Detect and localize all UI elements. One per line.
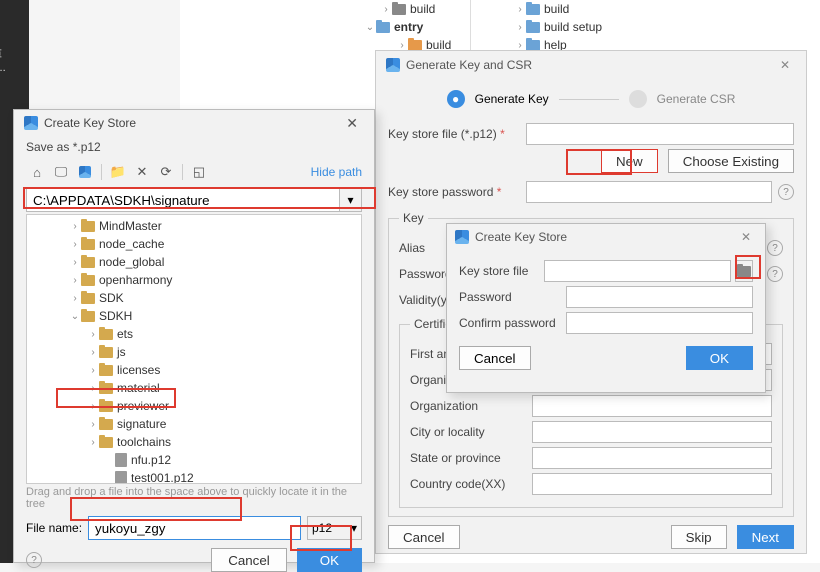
label-country: Country code(XX) <box>410 477 532 491</box>
mini-cancel-button[interactable]: Cancel <box>459 346 531 370</box>
help-icon[interactable]: ? <box>767 240 783 256</box>
csr-tabs: ● Generate Key Generate CSR <box>376 79 806 119</box>
big-ok-button[interactable]: OK <box>297 548 362 572</box>
tab-generate-csr[interactable]: Generate CSR <box>657 92 736 106</box>
show-hidden-icon[interactable]: ◱ <box>188 162 210 182</box>
folder-item[interactable]: ›ets <box>27 325 361 343</box>
folder-tree[interactable]: ›MindMaster›node_cache›node_global›openh… <box>26 214 362 484</box>
keystore-password-field[interactable] <box>526 181 772 203</box>
close-icon[interactable]: ✕ <box>735 228 757 246</box>
path-field[interactable] <box>26 188 340 212</box>
label-city: City or locality <box>410 425 532 439</box>
chevron-down-icon: ▾ <box>351 521 357 535</box>
folder-item[interactable]: ›js <box>27 343 361 361</box>
label-keystore-file: Key store file (*.p12) * <box>388 127 526 141</box>
help-icon[interactable]: ? <box>767 266 783 282</box>
folder-item[interactable]: ›signature <box>27 415 361 433</box>
country-field[interactable] <box>532 473 772 495</box>
app-icon <box>455 230 469 244</box>
create-keystore-file-dialog: Create Key Store ✕ Save as *.p12 ⌂ 🖵 📁 ✕… <box>13 109 375 563</box>
file-item[interactable]: test001.p12 <box>27 469 361 484</box>
delete-icon[interactable]: ✕ <box>131 162 153 182</box>
drag-hint: Drag and drop a file into the space abov… <box>26 486 362 510</box>
app-icon <box>386 58 400 72</box>
tab-generate-key[interactable]: Generate Key <box>475 92 549 106</box>
project-icon[interactable] <box>74 162 96 182</box>
close-icon[interactable]: ✕ <box>340 113 364 134</box>
state-field[interactable] <box>532 447 772 469</box>
desktop-shortcut[interactable]: 计算 ME... <box>0 46 29 74</box>
big-cancel-button[interactable]: Cancel <box>211 548 287 572</box>
choose-existing-button[interactable]: Choose Existing <box>668 149 794 173</box>
mini-ok-button[interactable]: OK <box>686 346 753 370</box>
label-mini-confirm: Confirm password <box>459 316 566 330</box>
step-1-circle: ● <box>447 90 465 108</box>
refresh-icon[interactable]: ⟳ <box>155 162 177 182</box>
tree-item[interactable]: ⌄entry <box>180 18 474 36</box>
desktop-icon[interactable]: 🖵 <box>50 162 72 182</box>
csr-next-button[interactable]: Next <box>737 525 794 549</box>
folder-item[interactable]: ›previewer <box>27 397 361 415</box>
mini-create-keystore-dialog: Create Key Store ✕ Key store file Passwo… <box>446 223 766 393</box>
filename-label: File name: <box>26 521 82 535</box>
saveas-label: Save as *.p12 <box>14 136 374 158</box>
folder-item[interactable]: ›SDK <box>27 289 361 307</box>
mini-title: Create Key Store <box>475 230 567 244</box>
csr-title: Generate Key and CSR <box>406 58 532 72</box>
close-icon[interactable]: ✕ <box>774 56 796 74</box>
filename-field[interactable] <box>88 516 301 540</box>
folder-item[interactable]: ⌄SDKH <box>27 307 361 325</box>
hide-path-link[interactable]: Hide path <box>311 165 362 179</box>
new-folder-icon[interactable]: 📁 <box>107 162 129 182</box>
keystore-file-field[interactable] <box>526 123 794 145</box>
big-title: Create Key Store <box>44 116 136 130</box>
label-mini-pwd: Password <box>459 290 566 304</box>
folder-item[interactable]: ›MindMaster <box>27 217 361 235</box>
label-org: Organization <box>410 399 532 413</box>
help-icon[interactable]: ? <box>26 552 42 568</box>
mini-file-field[interactable] <box>544 260 731 282</box>
label-keystore-password: Key store password * <box>388 185 526 199</box>
tree-item[interactable]: ›build <box>490 0 602 18</box>
folder-item[interactable]: ›node_global <box>27 253 361 271</box>
tree-item[interactable]: ›build <box>180 0 474 18</box>
folder-item[interactable]: ›toolchains <box>27 433 361 451</box>
extension-dropdown[interactable]: p12▾ <box>307 516 362 540</box>
tree-item[interactable]: ›build setup <box>490 18 602 36</box>
help-icon[interactable]: ? <box>778 184 794 200</box>
csr-cancel-button[interactable]: Cancel <box>388 525 460 549</box>
label-state: State or province <box>410 451 532 465</box>
folder-item[interactable]: ›licenses <box>27 361 361 379</box>
folder-item[interactable]: ›openharmony <box>27 271 361 289</box>
folder-item[interactable]: ›node_cache <box>27 235 361 253</box>
folder-item[interactable]: ›material <box>27 379 361 397</box>
city-field[interactable] <box>532 421 772 443</box>
file-toolbar: ⌂ 🖵 📁 ✕ ⟳ ◱ Hide path <box>14 158 374 186</box>
file-item[interactable]: nfu.p12 <box>27 451 361 469</box>
csr-skip-button[interactable]: Skip <box>671 525 727 549</box>
label-mini-file: Key store file <box>459 264 544 278</box>
path-dropdown-icon[interactable]: ▾ <box>340 188 362 212</box>
legend-key: Key <box>399 211 428 225</box>
mini-confirm-field[interactable] <box>566 312 753 334</box>
browse-folder-icon[interactable] <box>735 260 753 282</box>
step-2-circle <box>629 90 647 108</box>
mini-password-field[interactable] <box>566 286 753 308</box>
app-icon <box>24 116 38 130</box>
home-icon[interactable]: ⌂ <box>26 162 48 182</box>
org-field[interactable] <box>532 395 772 417</box>
new-button[interactable]: New <box>601 149 658 173</box>
